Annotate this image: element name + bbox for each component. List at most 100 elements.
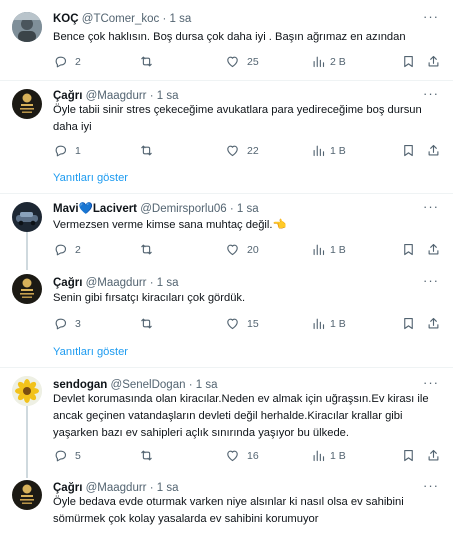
avatar[interactable] [12,12,42,42]
timestamp[interactable]: 1 sa [157,277,179,289]
reply-count: 1 [75,144,81,157]
author-name[interactable]: sendogan [53,379,107,391]
tweet-text-body: Vermezsen verme kimse sana muhtaç değil. [53,219,273,231]
author-handle[interactable]: @SenelDogan [111,379,186,391]
reply-button[interactable]: 1 [53,143,81,158]
author-handle[interactable]: @Maagdurr [86,277,147,289]
author-name-part-2: Lacivert [92,203,138,215]
view-count: 1 B [330,449,346,462]
avatar[interactable] [12,202,42,232]
views-button[interactable]: 2 B [311,54,346,69]
retweet-button[interactable] [139,242,161,257]
more-options-icon[interactable]: ··· [423,479,439,492]
author-name[interactable]: Çağrı [53,277,82,289]
reply-icon [55,145,67,157]
retweet-icon [141,450,152,461]
timestamp[interactable]: 1 sa [196,379,218,391]
bookmark-icon [404,317,413,330]
reply-button[interactable]: 5 [53,448,81,463]
timestamp[interactable]: 1 sa [157,482,179,494]
separator-dot: · [149,482,154,494]
more-options-icon[interactable]: ··· [423,376,439,389]
like-count: 25 [247,55,259,68]
author-name[interactable]: Mavi💙Lacivert [53,203,137,215]
tweet-2[interactable]: Çağrı @Maagdurr · 1 sa ··· Öyle tabii si… [0,81,453,161]
share-button[interactable] [426,448,441,463]
more-options-icon[interactable]: ··· [423,87,439,100]
reply-button[interactable]: 3 [53,316,81,331]
show-replies-link[interactable]: Yanıtları göster [53,346,128,358]
timestamp[interactable]: 1 sa [237,203,259,215]
separator-dot: · [149,277,154,289]
bookmark-button[interactable] [401,316,416,331]
bookmark-button[interactable] [401,242,416,257]
author-name[interactable]: Çağrı [53,482,82,494]
views-chart-icon [313,318,325,330]
more-options-icon[interactable]: ··· [423,200,439,213]
reply-icon [55,56,67,68]
avatar[interactable] [12,376,42,406]
tweet-5[interactable]: sendogan @SenelDogan · 1 sa ··· Devlet k… [0,368,453,478]
views-button[interactable]: 1 B [311,448,346,463]
author-handle[interactable]: @TComer_koc [82,13,160,25]
heart-icon [227,56,238,68]
views-button[interactable]: 1 B [311,242,346,257]
avatar[interactable] [12,89,42,119]
more-options-icon[interactable]: ··· [423,10,439,23]
view-count: 1 B [330,317,346,330]
reply-icon [55,450,67,462]
share-button[interactable] [426,242,441,257]
author-handle[interactable]: @Demirsporlu06 [140,203,226,215]
show-replies-link[interactable]: Yanıtları göster [53,172,128,184]
bookmark-button[interactable] [401,448,416,463]
share-button[interactable] [426,143,441,158]
reply-count: 2 [75,243,81,256]
bookmark-button[interactable] [401,143,416,158]
reply-count: 2 [75,55,81,68]
bookmark-button[interactable] [401,54,416,69]
like-button[interactable]: 20 [225,242,259,257]
views-chart-icon [313,145,325,157]
pointing-hand-emoji: 👈 [272,219,287,231]
share-button[interactable] [426,316,441,331]
tweet-actions: 2 25 2 B [53,54,441,70]
tweet-6[interactable]: Çağrı @Maagdurr · 1 sa ··· Öyle bedava e… [0,474,453,543]
avatar[interactable] [12,274,42,304]
like-count: 20 [247,243,259,256]
retweet-icon [141,56,152,67]
tweet-3[interactable]: Mavi💙Lacivert @Demirsporlu06 · 1 sa ··· … [0,194,453,270]
author-handle[interactable]: @Maagdurr [86,90,147,102]
retweet-button[interactable] [139,448,161,463]
retweet-button[interactable] [139,316,161,331]
reply-button[interactable]: 2 [53,54,81,69]
views-button[interactable]: 1 B [311,143,346,158]
reply-count: 5 [75,449,81,462]
heart-icon [227,450,238,462]
retweet-button[interactable] [139,143,161,158]
views-chart-icon [313,450,325,462]
reply-button[interactable]: 2 [53,242,81,257]
like-button[interactable]: 15 [225,316,259,331]
author-name[interactable]: Çağrı [53,90,82,102]
tweet-1[interactable]: KOÇ @TComer_koc · 1 sa ··· Bence çok hak… [0,0,453,80]
author-name[interactable]: KOÇ [53,13,79,25]
avatar[interactable] [12,480,42,510]
like-button[interactable]: 25 [225,54,259,69]
tweet-actions: 5 16 1 B [53,448,441,464]
author-handle[interactable]: @Maagdurr [86,482,147,494]
views-button[interactable]: 1 B [311,316,346,331]
like-button[interactable]: 16 [225,448,259,463]
retweet-button[interactable] [139,54,161,69]
timestamp[interactable]: 1 sa [170,13,192,25]
tweet-text: Senin gibi fırsatçı kiracıları çok gördü… [53,292,246,304]
timestamp[interactable]: 1 sa [157,90,179,102]
more-options-icon[interactable]: ··· [423,274,439,287]
tweet-actions: 1 22 1 B [53,143,441,159]
tweet-4[interactable]: Çağrı @Maagdurr · 1 sa ··· Senin gibi fı… [0,271,453,339]
tweet-text: Devlet korumasında olan kiracılar.Neden … [53,393,429,439]
bookmark-icon [404,144,413,157]
bookmark-icon [404,449,413,462]
share-button[interactable] [426,54,441,69]
like-button[interactable]: 22 [225,143,259,158]
heart-icon [227,244,238,256]
